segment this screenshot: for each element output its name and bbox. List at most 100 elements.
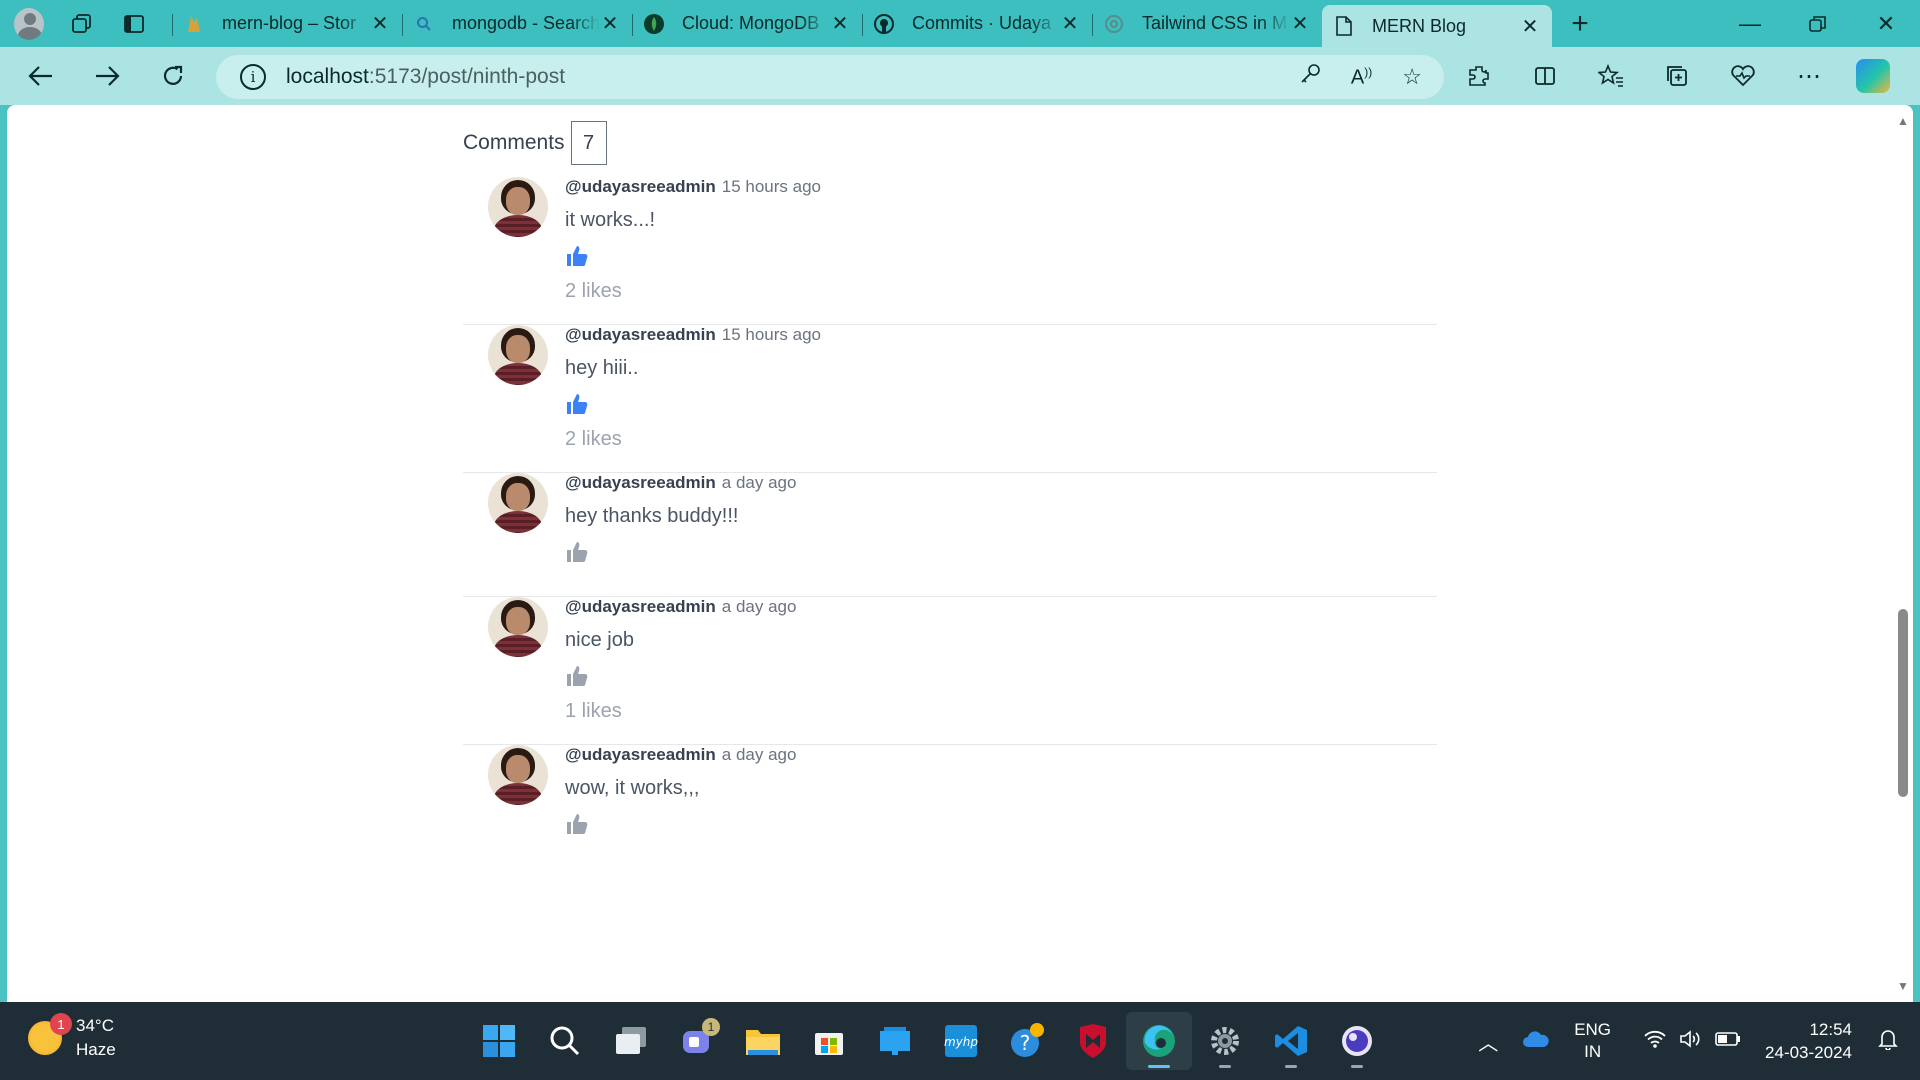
comment-text: nice job [565,629,634,651]
battery-icon[interactable] [1715,1031,1741,1052]
tab-close-icon[interactable]: ✕ [830,11,850,36]
key-icon[interactable] [1299,63,1321,91]
weather-badge: 1 [50,1013,72,1035]
comment-timestamp: a day ago [721,597,797,616]
taskbar: 1 34°C Haze 1 myhp ? ︿ ENG IN 12:54 24-0… [0,1002,1920,1080]
comment-item: @udayasreeadmin a day ago hey thanks buddy… [463,473,1437,597]
hp-app-icon[interactable] [862,1012,928,1070]
myhp-icon[interactable]: myhp [928,1012,994,1070]
collections-icon[interactable] [1644,64,1710,88]
split-screen-icon[interactable] [1512,64,1578,88]
tab-close-icon[interactable]: ✕ [1060,11,1080,36]
help-icon[interactable]: ? [994,1012,1060,1070]
close-window-icon[interactable]: ✕ [1852,0,1920,47]
like-thumbs-up-icon[interactable] [565,392,589,416]
address-bar[interactable]: i localhost:5173/post/ninth-post A)) ☆ [216,55,1444,99]
tab-close-icon[interactable]: ✕ [600,11,620,36]
browser-toolbar: ⋯ [1446,47,1920,105]
commenter-avatar [488,745,548,805]
tab-close-icon[interactable]: ✕ [1290,11,1310,36]
more-options-icon[interactable]: ⋯ [1776,62,1842,91]
commenter-avatar [488,325,548,385]
tab-separator [1092,13,1093,36]
favorite-star-icon[interactable]: ☆ [1402,64,1422,90]
comment-username: @udayasreeadmin [565,597,716,616]
vscode-icon[interactable] [1258,1012,1324,1070]
onedrive-cloud-icon[interactable] [1522,1030,1550,1053]
tab-separator [632,13,633,36]
tab-mern-blog-storage[interactable]: mern-blog – Stor ✕ [172,5,402,43]
show-hidden-icons-chevron-icon[interactable]: ︿ [1478,1027,1498,1056]
tab-cloud-mongodb[interactable]: Cloud: MongoDB ✕ [632,5,862,43]
tab-github-commits[interactable]: Commits · Udaya ✕ [862,5,1092,43]
comment-username: @udayasreeadmin [565,325,716,344]
extensions-icon[interactable] [1446,64,1512,88]
restore-icon[interactable] [1784,0,1852,47]
comment-like-count: 1 likes [565,700,622,722]
tab-actions-icon[interactable] [112,5,156,43]
back-icon[interactable] [8,54,74,98]
clock[interactable]: 12:54 24-03-2024 [1765,1018,1852,1064]
forward-icon[interactable] [74,54,140,98]
volume-icon[interactable] [1679,1029,1703,1054]
new-tab-button[interactable]: + [1558,7,1602,41]
edge-browser-icon[interactable] [1126,1012,1192,1070]
file-explorer-icon[interactable] [730,1012,796,1070]
profile-button[interactable] [0,5,44,43]
tab-title: mern-blog – Stor [222,13,357,33]
tab-title: Tailwind CSS in M [1142,13,1288,33]
url-host: localhost [286,65,369,88]
tab-separator [402,13,403,36]
task-view-icon[interactable] [598,1012,664,1070]
tab-close-icon[interactable]: ✕ [1520,14,1540,39]
obs-icon[interactable] [1324,1012,1390,1070]
firebase-icon [184,14,204,34]
comment-like-count: 2 likes [565,428,622,450]
comment-item: @udayasreeadmin a day ago nice job 1 likes [463,597,1437,745]
browser-essentials-icon[interactable] [1710,64,1776,88]
taskbar-search-icon[interactable] [532,1012,598,1070]
page-scrollbar[interactable]: ▲ ▼ [1893,105,1913,1002]
language-code: ENG [1574,1020,1612,1039]
scrollbar-thumb[interactable] [1898,609,1908,797]
github-icon [874,13,894,34]
copilot-icon[interactable] [1856,59,1890,93]
wifi-icon[interactable] [1643,1029,1667,1054]
mcafee-icon[interactable] [1060,1012,1126,1070]
minimize-icon[interactable]: — [1716,0,1784,47]
comment-item: @udayasreeadmin a day ago wow, it works,,, [463,745,1437,893]
microsoft-store-icon[interactable] [796,1012,862,1070]
workspaces-icon[interactable] [60,5,104,43]
teams-badge: 1 [702,1018,720,1036]
tab-mongodb-search[interactable]: mongodb - Search ✕ [402,5,632,43]
read-aloud-icon[interactable]: A)) [1351,65,1372,90]
refresh-icon[interactable] [140,54,206,98]
comment-username: @udayasreeadmin [565,177,716,196]
like-thumbs-up-icon[interactable] [565,664,589,688]
start-button[interactable] [466,1012,532,1070]
system-tray: ︿ ENG IN 12:54 24-03-2024 [1478,1002,1920,1080]
notifications-bell-icon[interactable] [1878,1028,1898,1055]
page-icon [1334,16,1354,36]
openai-icon [1104,14,1124,34]
language-indicator[interactable]: ENG IN [1574,1019,1611,1063]
comment-item: @udayasreeadmin 15 hours ago hey hiii.. 2 l… [463,325,1437,473]
comment-username: @udayasreeadmin [565,473,716,492]
tab-close-icon[interactable]: ✕ [370,11,390,36]
like-thumbs-up-icon[interactable] [565,244,589,268]
tab-tailwind-chatgpt[interactable]: Tailwind CSS in M ✕ [1092,5,1322,43]
weather-widget[interactable]: 1 34°C Haze [28,1013,116,1062]
weather-sun-icon: 1 [28,1013,72,1055]
scroll-up-icon[interactable]: ▲ [1897,115,1909,127]
settings-gear-icon[interactable] [1192,1012,1258,1070]
window-controls: — ✕ [1716,0,1920,47]
tab-mern-blog[interactable]: MERN Blog ✕ [1322,5,1552,47]
scroll-down-icon[interactable]: ▼ [1897,980,1909,992]
like-thumbs-up-icon[interactable] [565,540,589,564]
comments-count-badge: 7 [570,121,607,165]
teams-chat-icon[interactable]: 1 [664,1012,730,1070]
comments-header: Comments 7 [463,121,607,165]
site-info-icon[interactable]: i [240,64,266,90]
like-thumbs-up-icon[interactable] [565,812,589,836]
favorites-icon[interactable] [1578,64,1644,88]
